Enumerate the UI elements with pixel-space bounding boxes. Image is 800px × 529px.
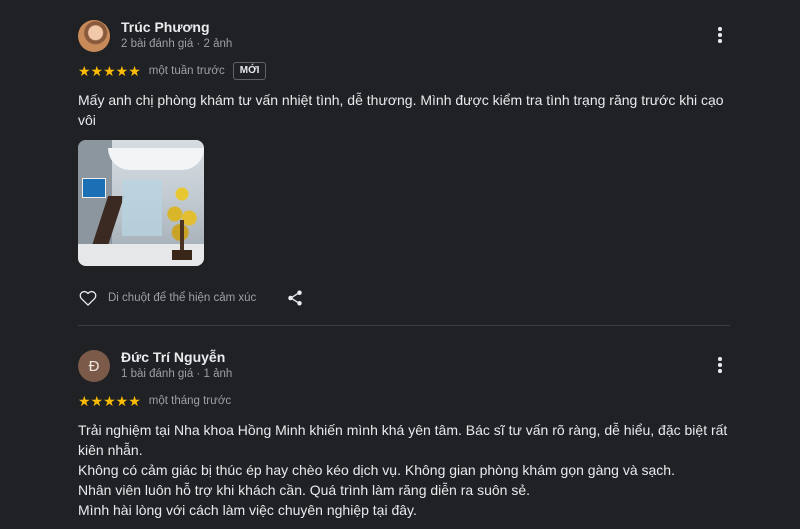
star-rating: ★★★★★ (78, 393, 141, 409)
review-text: Mấy anh chị phòng khám tư vấn nhiệt tình… (78, 90, 730, 130)
reviewer-name[interactable]: Đức Trí Nguyễn (121, 349, 225, 365)
review-text-line: Mấy anh chị phòng khám tư vấn nhiệt tình… (78, 92, 724, 128)
reviewer-name[interactable]: Trúc Phương (121, 19, 210, 35)
more-options-button[interactable] (710, 24, 730, 46)
reviewer-meta: 1 bài đánh giá · 1 ảnh (121, 368, 233, 380)
review-header: Đ Đức Trí Nguyễn 1 bài đánh giá · 1 ảnh (78, 348, 730, 386)
avatar[interactable]: Đ (78, 350, 110, 382)
review-text-line: Nhân viên luôn hỗ trợ khi khách cần. Quá… (78, 482, 530, 498)
more-options-button[interactable] (710, 354, 730, 376)
review-text-line: Trải nghiệm tại Nha khoa Hồng Minh khiến… (78, 422, 728, 458)
review-time: một tháng trước (148, 395, 232, 407)
rating-row: ★★★★★ một tuần trước MỚI (78, 59, 730, 83)
star-rating: ★★★★★ (78, 63, 141, 79)
reviewer-meta: 2 bài đánh giá · 2 ảnh (121, 38, 233, 50)
heart-icon[interactable] (78, 288, 98, 308)
new-badge: MỚI (232, 62, 267, 80)
review-time: một tuần trước (148, 65, 225, 77)
review-card: Trúc Phương 2 bài đánh giá · 2 ảnh ★★★★★… (78, 18, 730, 310)
more-vert-icon (718, 27, 722, 31)
review-text-line: Không có cảm giác bị thúc ép hay chèo ké… (78, 462, 675, 478)
share-icon[interactable] (286, 289, 304, 307)
reviews-panel: Trúc Phương 2 bài đánh giá · 2 ảnh ★★★★★… (0, 0, 800, 529)
review-text-line: Mình hài lòng với cách làm việc chuyên n… (78, 502, 417, 518)
more-vert-icon (718, 357, 722, 361)
review-header: Trúc Phương 2 bài đánh giá · 2 ảnh (78, 18, 730, 56)
avatar[interactable] (78, 20, 110, 52)
divider (78, 325, 730, 326)
rating-row: ★★★★★ một tháng trước (78, 389, 730, 413)
review-actions: Di chuột để thể hiện cảm xúc (78, 286, 730, 310)
review-text: Trải nghiệm tại Nha khoa Hồng Minh khiến… (78, 420, 730, 520)
reaction-hint: Di chuột để thể hiện cảm xúc (108, 292, 257, 304)
review-photo[interactable] (78, 140, 204, 266)
review-card: Đ Đức Trí Nguyễn 1 bài đánh giá · 1 ảnh … (78, 348, 730, 520)
